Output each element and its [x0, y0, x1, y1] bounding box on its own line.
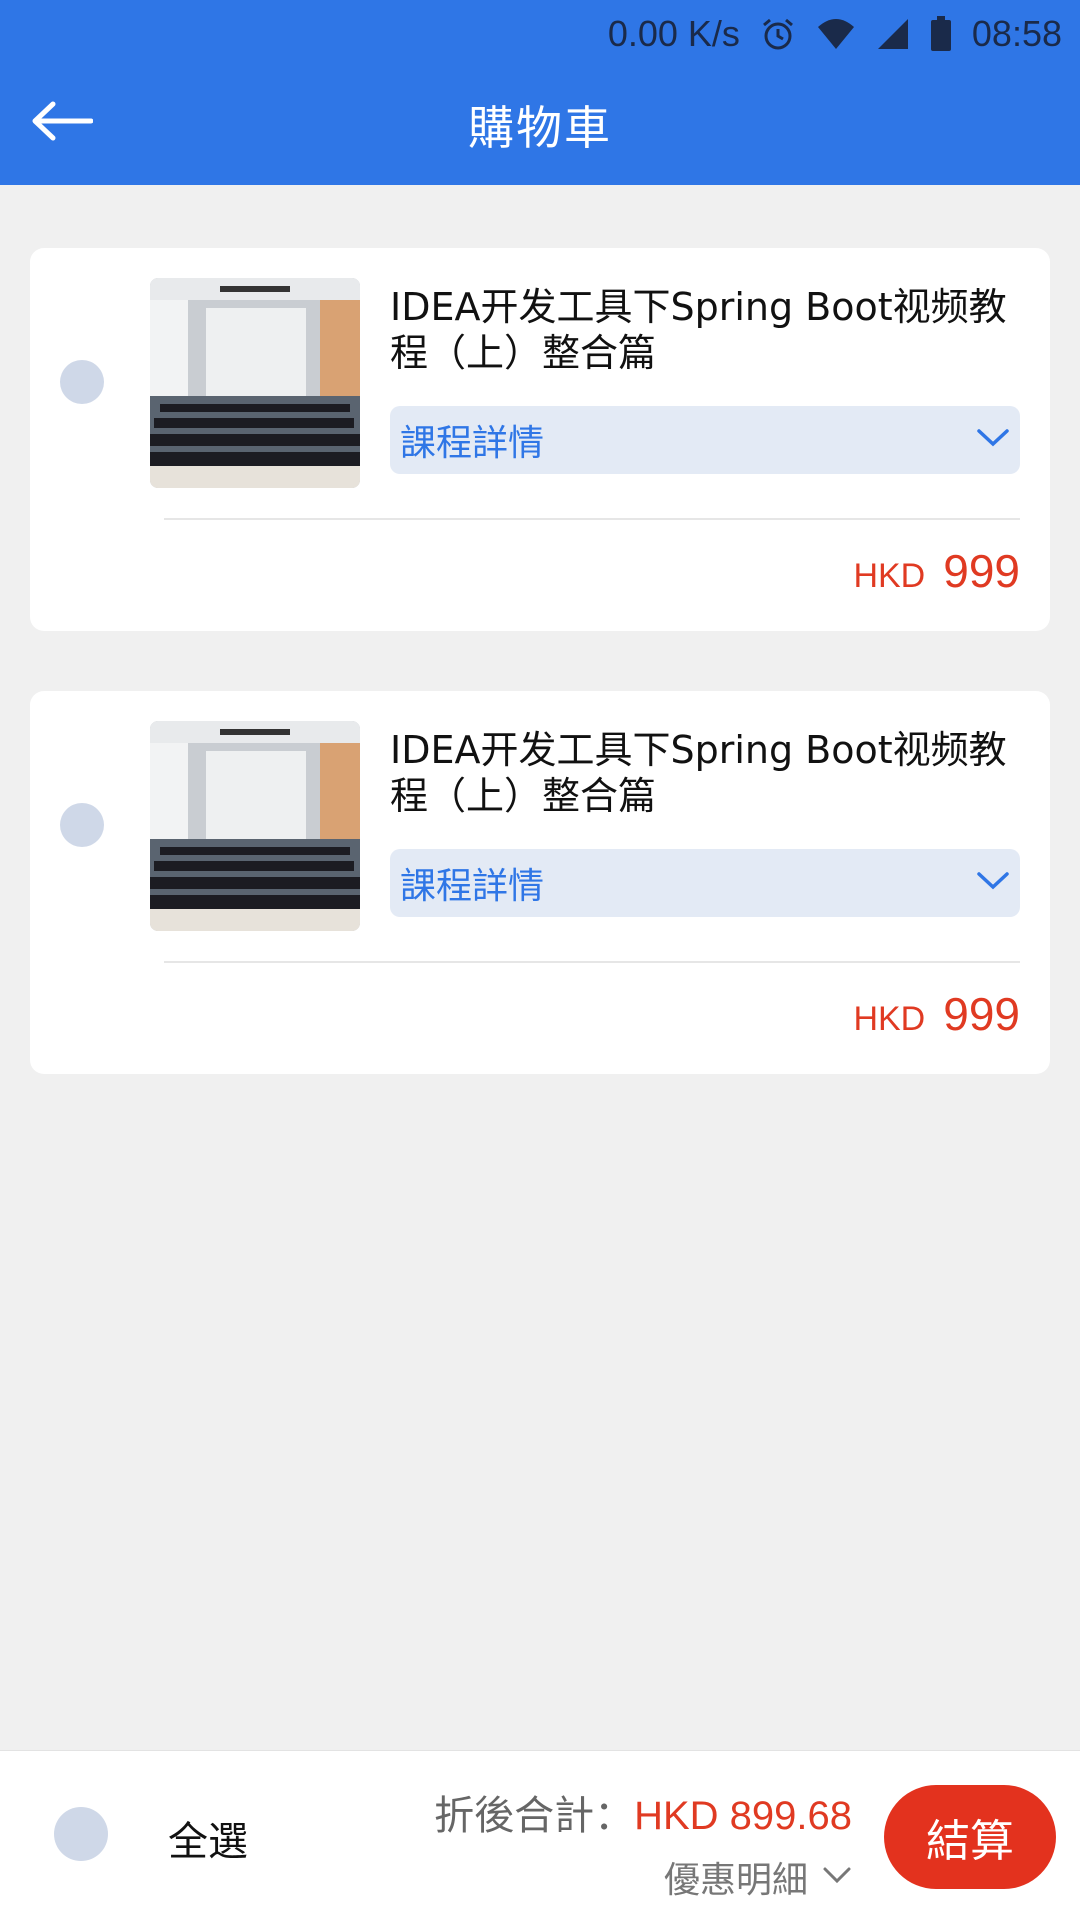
status-bar: 0.00 K/s 08:58 — [608, 10, 1062, 58]
price-currency: HKD — [853, 1000, 926, 1038]
select-all-radio[interactable] — [54, 1807, 108, 1861]
course-title[interactable]: IDEA开发工具下Spring Boot视频教程（上）整合篇 — [390, 284, 1010, 376]
course-details-label: 課程詳情 — [400, 866, 545, 907]
total-row: 折後合計： HKD 899.68 — [434, 1783, 852, 1841]
cart-list: IDEA开发工具下Spring Boot视频教程（上）整合篇 課程詳情 HKD … — [30, 248, 1050, 1134]
discount-details-toggle[interactable]: 優惠明細 — [664, 1851, 852, 1903]
item-divider — [164, 518, 1020, 520]
course-thumbnail[interactable] — [150, 278, 360, 488]
battery-icon — [930, 16, 952, 52]
price-amount: 999 — [943, 545, 1020, 597]
header-bar: 0.00 K/s 08:58 購物車 — [0, 0, 1080, 185]
discount-details-label: 優惠明細 — [663, 1860, 808, 1901]
item-price: HKD 999 — [853, 544, 1020, 598]
net-speed: 0.00 K/s — [607, 13, 740, 54]
app: 0.00 K/s 08:58 購物車 IDEA开发工具下Spring Boot视… — [0, 0, 1080, 1920]
item-divider — [164, 961, 1020, 963]
alarm-icon — [760, 16, 796, 52]
signal-icon — [876, 17, 910, 51]
course-details-dropdown[interactable]: 課程詳情 — [390, 849, 1020, 917]
chevron-down-icon — [822, 1865, 852, 1889]
chevron-down-icon — [976, 427, 1010, 453]
checkout-bar: 全選 折後合計： HKD 899.68 優惠明細 結算 — [0, 1750, 1080, 1920]
item-select-radio[interactable] — [60, 803, 104, 847]
item-select-radio[interactable] — [60, 360, 104, 404]
checkout-button[interactable]: 結算 — [884, 1785, 1056, 1889]
price-amount: 999 — [943, 988, 1020, 1040]
cart-item: IDEA开发工具下Spring Boot视频教程（上）整合篇 課程詳情 HKD … — [30, 248, 1050, 631]
course-thumbnail[interactable] — [150, 721, 360, 931]
wifi-icon — [816, 17, 856, 51]
clock: 08:58 — [971, 13, 1062, 54]
course-details-label: 課程詳情 — [400, 423, 545, 464]
total-value: HKD 899.68 — [634, 1794, 852, 1838]
total-label: 折後合計： — [434, 1793, 635, 1839]
cart-item: IDEA开发工具下Spring Boot视频教程（上）整合篇 課程詳情 HKD … — [30, 691, 1050, 1074]
select-all-label[interactable]: 全選 — [168, 1809, 248, 1867]
chevron-down-icon — [976, 870, 1010, 896]
course-title[interactable]: IDEA开发工具下Spring Boot视频教程（上）整合篇 — [390, 727, 1010, 819]
course-details-dropdown[interactable]: 課程詳情 — [390, 406, 1020, 474]
price-currency: HKD — [853, 557, 926, 595]
item-price: HKD 999 — [853, 987, 1020, 1041]
page-title: 購物車 — [468, 101, 612, 155]
